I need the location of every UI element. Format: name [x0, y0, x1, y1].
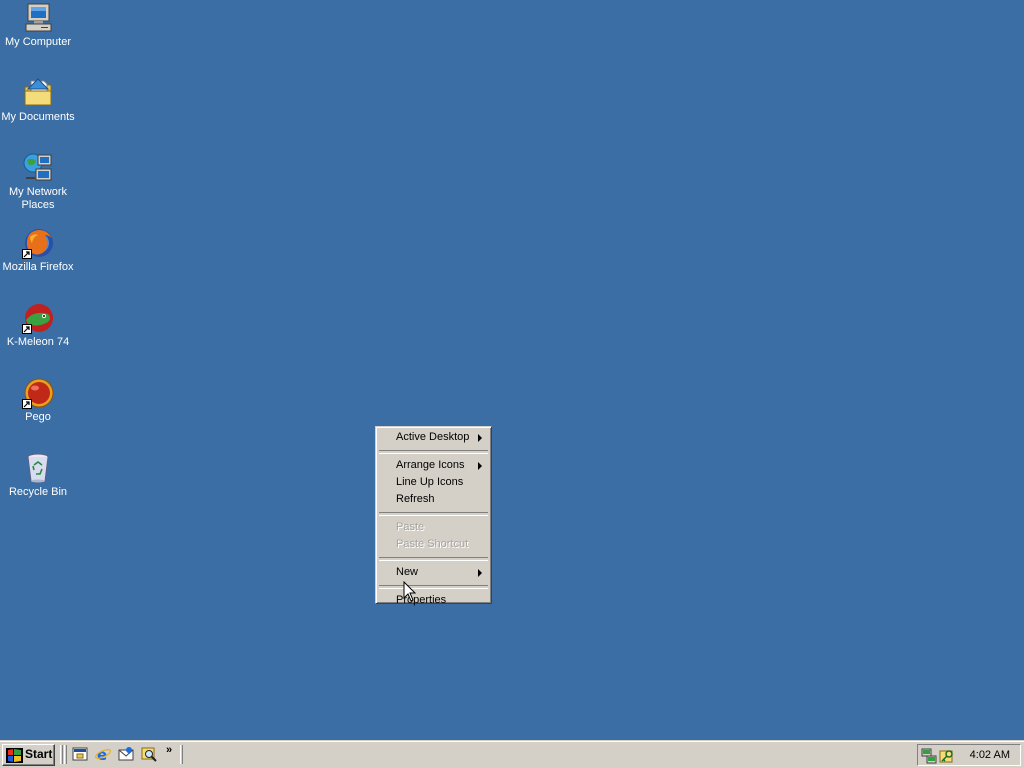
kmeleon-icon — [22, 302, 54, 334]
show-desktop-icon[interactable] — [72, 746, 88, 762]
shortcut-arrow-icon — [22, 249, 32, 259]
internet-explorer-icon[interactable]: e — [95, 746, 111, 762]
menu-item-label: Refresh — [396, 493, 435, 505]
desktop-icon-label: K-Meleon 74 — [6, 336, 70, 348]
start-label: Start — [25, 747, 53, 761]
desktop-icon-mozilla-firefox[interactable]: Mozilla Firefox — [0, 227, 76, 274]
menu-separator — [379, 585, 488, 589]
submenu-arrow-icon — [478, 569, 482, 577]
shortcut-arrow-icon — [22, 324, 32, 334]
menu-separator — [379, 450, 488, 454]
svg-text:e: e — [97, 746, 107, 762]
desktop-icon-label: My Network Places — [8, 186, 68, 211]
my-computer-icon — [22, 2, 54, 34]
menu-item-active-desktop[interactable]: Active Desktop — [378, 429, 489, 446]
menu-item-label: Paste Shortcut — [396, 538, 469, 550]
desktop-icon-my-computer[interactable]: My Computer — [0, 2, 76, 49]
desktop-context-menu: Active Desktop Arrange Icons Line Up Ico… — [375, 426, 492, 606]
network-tray-icon[interactable] — [921, 748, 937, 764]
menu-item-arrange-icons[interactable]: Arrange Icons — [378, 457, 489, 474]
menu-item-paste: Paste — [378, 519, 489, 536]
desktop-icon-label: My Computer — [4, 36, 72, 48]
desktop-icon-label: My Documents — [1, 111, 75, 123]
menu-item-new[interactable]: New — [378, 564, 489, 581]
pego-icon — [22, 377, 54, 409]
menu-item-label: Arrange Icons — [396, 459, 465, 471]
menu-item-label: New — [396, 566, 419, 578]
desktop-icon-label: Recycle Bin — [8, 486, 68, 498]
menu-separator — [379, 557, 488, 561]
shortcut-arrow-icon — [22, 399, 32, 409]
desktop-icon-label: Mozilla Firefox — [2, 261, 74, 273]
windows-logo-icon — [6, 748, 23, 763]
clock[interactable]: 4:02 AM — [970, 748, 1010, 762]
desktop-icon-k-meleon[interactable]: K-Meleon 74 — [0, 302, 76, 349]
desktop-icon-my-network-places[interactable]: My Network Places — [0, 152, 76, 212]
firefox-icon — [22, 227, 54, 259]
menu-item-line-up-icons[interactable]: Line Up Icons — [378, 474, 489, 491]
taskbar-grip[interactable] — [64, 745, 67, 764]
desktop-icon-pego[interactable]: Pego — [0, 377, 76, 424]
menu-item-label: Active Desktop — [396, 431, 470, 443]
submenu-arrow-icon — [478, 434, 482, 442]
quick-launch-chevron[interactable]: » — [166, 744, 172, 756]
taskbar: Start e » 4:02 AM — [0, 740, 1024, 768]
desktop-icon-my-documents[interactable]: My Documents — [0, 77, 76, 124]
menu-item-refresh[interactable]: Refresh — [378, 491, 489, 508]
menu-separator — [379, 512, 488, 516]
taskbar-grip[interactable] — [180, 745, 183, 764]
submenu-arrow-icon — [478, 462, 482, 470]
menu-item-properties[interactable]: Properties — [378, 592, 489, 609]
menu-item-label: Properties — [396, 594, 447, 606]
network-places-icon — [22, 152, 54, 184]
desktop-icon-label: Pego — [25, 411, 51, 423]
menu-item-label: Paste — [396, 521, 425, 533]
start-button[interactable]: Start — [2, 744, 55, 766]
system-tray: 4:02 AM — [917, 744, 1021, 766]
menu-item-label: Line Up Icons — [396, 476, 464, 488]
desktop-icon-recycle-bin[interactable]: Recycle Bin — [0, 452, 76, 499]
recycle-bin-icon — [22, 452, 54, 484]
search-icon[interactable] — [141, 746, 157, 762]
key-tray-icon[interactable] — [939, 748, 955, 764]
my-documents-icon — [22, 77, 54, 109]
desktop[interactable]: My Computer My Documents My Network Plac… — [0, 0, 1024, 740]
menu-item-paste-shortcut: Paste Shortcut — [378, 536, 489, 553]
outlook-express-icon[interactable] — [118, 746, 134, 762]
taskbar-grip[interactable] — [60, 745, 63, 764]
